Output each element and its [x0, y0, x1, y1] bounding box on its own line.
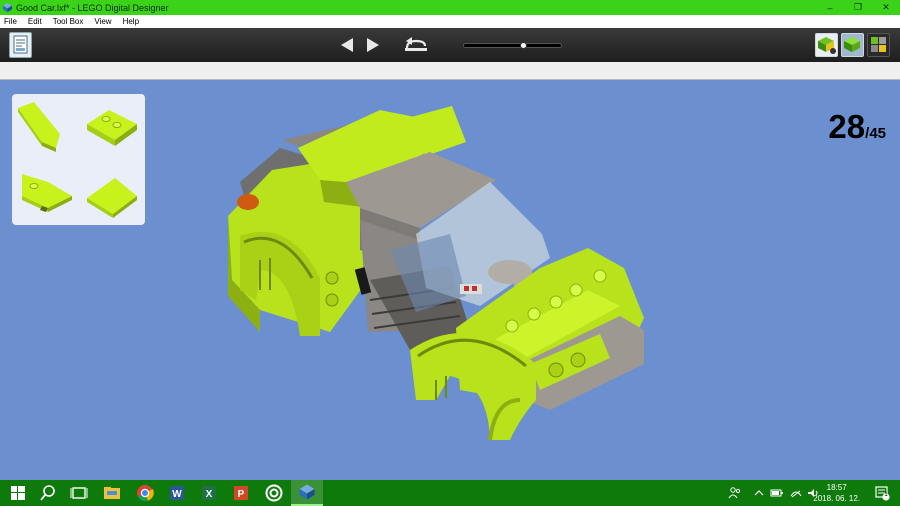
battery-icon[interactable]	[770, 488, 784, 498]
window-title: Good Car.lxf* - LEGO Digital Designer	[16, 2, 169, 13]
building-guide-button[interactable]	[9, 32, 32, 58]
chrome-icon[interactable]	[135, 483, 155, 503]
plate-with-studs-part	[87, 110, 137, 146]
lego-digital-designer-taskbar-button[interactable]	[291, 480, 323, 506]
view-mode-button[interactable]	[867, 33, 890, 57]
word-icon[interactable]: W	[167, 483, 187, 503]
title-bar: Good Car.lxf* - LEGO Digital Designer – …	[0, 0, 900, 15]
lego-car-model[interactable]	[220, 100, 650, 445]
building-guide-mode-button[interactable]	[841, 33, 864, 57]
file-explorer-icon[interactable]	[102, 483, 122, 503]
restore-button[interactable]: ❐	[844, 0, 872, 15]
svg-text:W: W	[172, 489, 182, 500]
wedge-right-part	[87, 178, 137, 218]
notification-count: 1	[884, 492, 888, 498]
step-slider[interactable]	[463, 42, 562, 49]
build-mode-button[interactable]	[815, 33, 838, 57]
parts-list-panel	[12, 94, 145, 225]
taskbar: W X P 18:57 2018. 06. 12. 1	[0, 480, 900, 506]
task-view-icon[interactable]	[69, 483, 89, 503]
target-app-icon[interactable]	[264, 483, 284, 503]
document-icon	[13, 35, 28, 54]
model-viewport[interactable]: 28/45	[0, 80, 900, 480]
step-slider-handle[interactable]	[520, 42, 527, 49]
green-brick-icon	[818, 37, 836, 54]
people-icon[interactable]	[728, 486, 742, 500]
green-brick-guide-icon	[844, 37, 860, 52]
wedge-plate-part	[18, 102, 60, 152]
network-icon[interactable]	[790, 488, 802, 498]
close-button[interactable]: ✕	[872, 0, 900, 15]
rotate-model-icon[interactable]	[403, 36, 429, 54]
clock[interactable]: 18:57 2018. 06. 12.	[813, 482, 860, 504]
action-center-button[interactable]: 1	[874, 485, 890, 501]
search-icon[interactable]	[38, 483, 58, 503]
step-counter: 28/45	[828, 108, 886, 146]
clock-time: 18:57	[826, 483, 847, 492]
lego-digital-designer-icon	[2, 2, 13, 13]
menu-help[interactable]: Help	[123, 17, 139, 26]
svg-text:X: X	[206, 489, 213, 500]
wedge-left-part	[22, 174, 72, 212]
menu-view[interactable]: View	[94, 17, 111, 26]
windows-start-icon[interactable]	[8, 483, 28, 503]
chevron-up-icon[interactable]	[754, 488, 764, 498]
menu-edit[interactable]: Edit	[28, 17, 42, 26]
lego-digital-designer-taskbar-icon	[299, 484, 315, 500]
menu-bar: File Edit Tool Box View Help	[0, 15, 900, 28]
previous-step-icon[interactable]	[340, 37, 354, 53]
menu-file[interactable]: File	[4, 17, 17, 26]
total-steps-number: 45	[869, 125, 886, 142]
system-tray	[728, 480, 819, 506]
menu-tool-box[interactable]: Tool Box	[53, 17, 84, 26]
minimize-button[interactable]: –	[816, 0, 844, 15]
clock-date: 2018. 06. 12.	[813, 494, 860, 503]
toolbar	[0, 28, 900, 62]
svg-text:P: P	[238, 489, 245, 500]
next-step-icon[interactable]	[366, 37, 380, 53]
excel-icon[interactable]: X	[199, 483, 219, 503]
current-step-number: 28	[828, 108, 866, 145]
powerpoint-icon[interactable]: P	[231, 483, 251, 503]
multi-brick-icon	[871, 37, 886, 52]
secondary-toolbar	[0, 62, 900, 80]
